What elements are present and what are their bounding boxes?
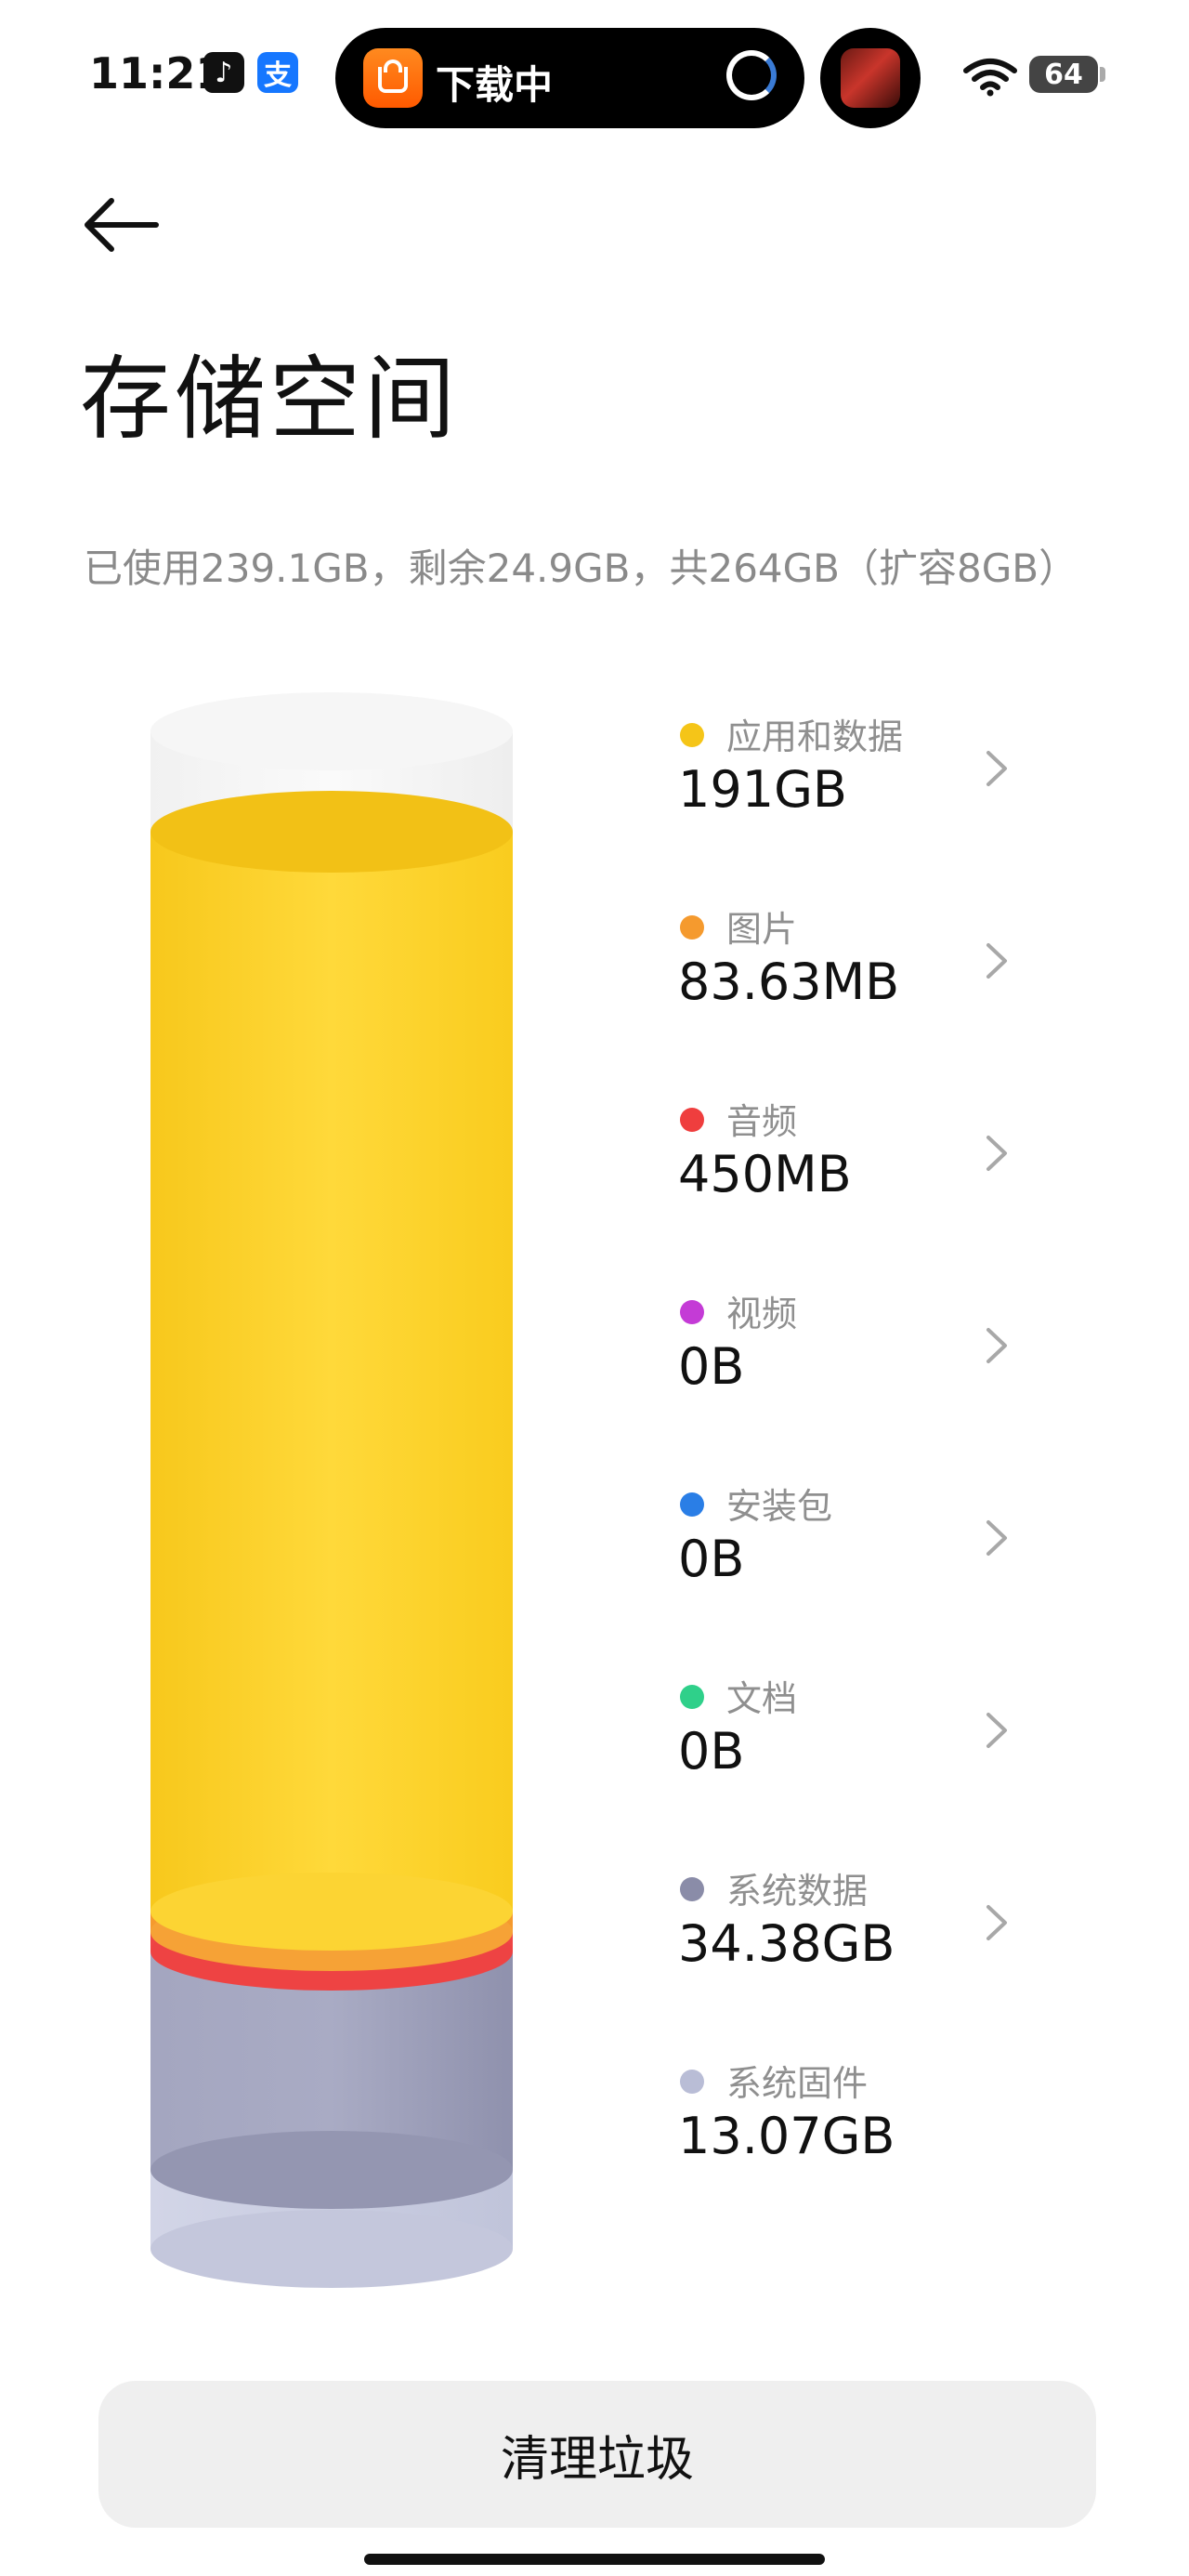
documents-color-dot <box>680 1685 704 1709</box>
battery-indicator: 64 <box>1029 56 1105 93</box>
segment-apps-and-data <box>150 832 513 1951</box>
category-images[interactable]: 图片 83.63MB <box>676 900 1048 1093</box>
tiktok-icon: ♪ <box>203 52 244 93</box>
apps-color-dot <box>680 723 704 747</box>
audio-color-dot <box>680 1108 704 1132</box>
chevron-right-icon <box>986 1328 1007 1363</box>
chevron-right-icon <box>986 1520 1007 1556</box>
firmware-color-dot <box>680 2070 704 2094</box>
category-size: 34.38GB <box>678 1914 895 1973</box>
category-label: 图片 <box>726 909 798 950</box>
dynamic-island-download[interactable]: 下载中 <box>335 28 804 128</box>
category-size: 0B <box>678 1722 745 1781</box>
media-island-bubble[interactable] <box>820 28 921 128</box>
category-size: 13.07GB <box>678 2107 895 2165</box>
home-indicator[interactable] <box>364 2554 825 2565</box>
category-system-data[interactable]: 系统数据 34.38GB <box>676 1862 1048 2055</box>
system-data-color-dot <box>680 1877 704 1901</box>
category-size: 450MB <box>678 1145 852 1203</box>
category-packages[interactable]: 安装包 0B <box>676 1478 1048 1670</box>
status-bar: 11:21 ♪ 支 下载中 64 <box>0 0 1189 153</box>
clean-junk-button[interactable]: 清理垃圾 <box>98 2381 1096 2528</box>
category-documents[interactable]: 文档 0B <box>676 1670 1048 1862</box>
download-status-label: 下载中 <box>436 62 554 108</box>
chevron-right-icon <box>986 1713 1007 1748</box>
category-apps-and-data[interactable]: 应用和数据 191GB <box>676 708 1048 900</box>
download-progress-spinner-icon <box>726 50 777 100</box>
back-arrow-icon[interactable] <box>82 195 160 255</box>
packages-color-dot <box>680 1492 704 1517</box>
video-color-dot <box>680 1300 704 1324</box>
xiaomi-app-store-icon <box>363 48 423 108</box>
category-size: 0B <box>678 1337 745 1396</box>
category-system-firmware: 系统固件 13.07GB <box>676 2055 1048 2247</box>
chevron-right-icon <box>986 943 1007 979</box>
category-label: 视频 <box>726 1294 798 1334</box>
storage-cylinder-chart <box>150 692 513 2291</box>
category-size: 191GB <box>678 760 847 819</box>
page-title: 存储空间 <box>80 347 460 453</box>
wifi-icon <box>963 59 1017 97</box>
category-label: 系统固件 <box>726 2063 869 2104</box>
category-label: 应用和数据 <box>726 716 904 757</box>
apps-top-surface <box>150 791 513 873</box>
chevron-right-icon <box>986 751 1007 786</box>
chevron-right-icon <box>986 1905 1007 1940</box>
category-size: 83.63MB <box>678 953 900 1011</box>
storage-category-list: 应用和数据 191GB 图片 83.63MB 音频 450MB 视频 0B 安装… <box>676 708 1048 2247</box>
chevron-right-icon <box>986 1136 1007 1171</box>
images-color-dot <box>680 915 704 940</box>
category-size: 0B <box>678 1530 745 1588</box>
alipay-icon: 支 <box>257 52 298 93</box>
category-video[interactable]: 视频 0B <box>676 1285 1048 1478</box>
category-label: 安装包 <box>726 1486 833 1527</box>
storage-summary: 已使用239.1GB，剩余24.9GB，共264GB（扩容8GB） <box>84 545 1078 591</box>
category-audio[interactable]: 音频 450MB <box>676 1093 1048 1285</box>
category-label: 系统数据 <box>726 1871 869 1912</box>
media-thumbnail <box>841 48 900 108</box>
category-label: 文档 <box>726 1678 798 1719</box>
category-label: 音频 <box>726 1101 798 1142</box>
